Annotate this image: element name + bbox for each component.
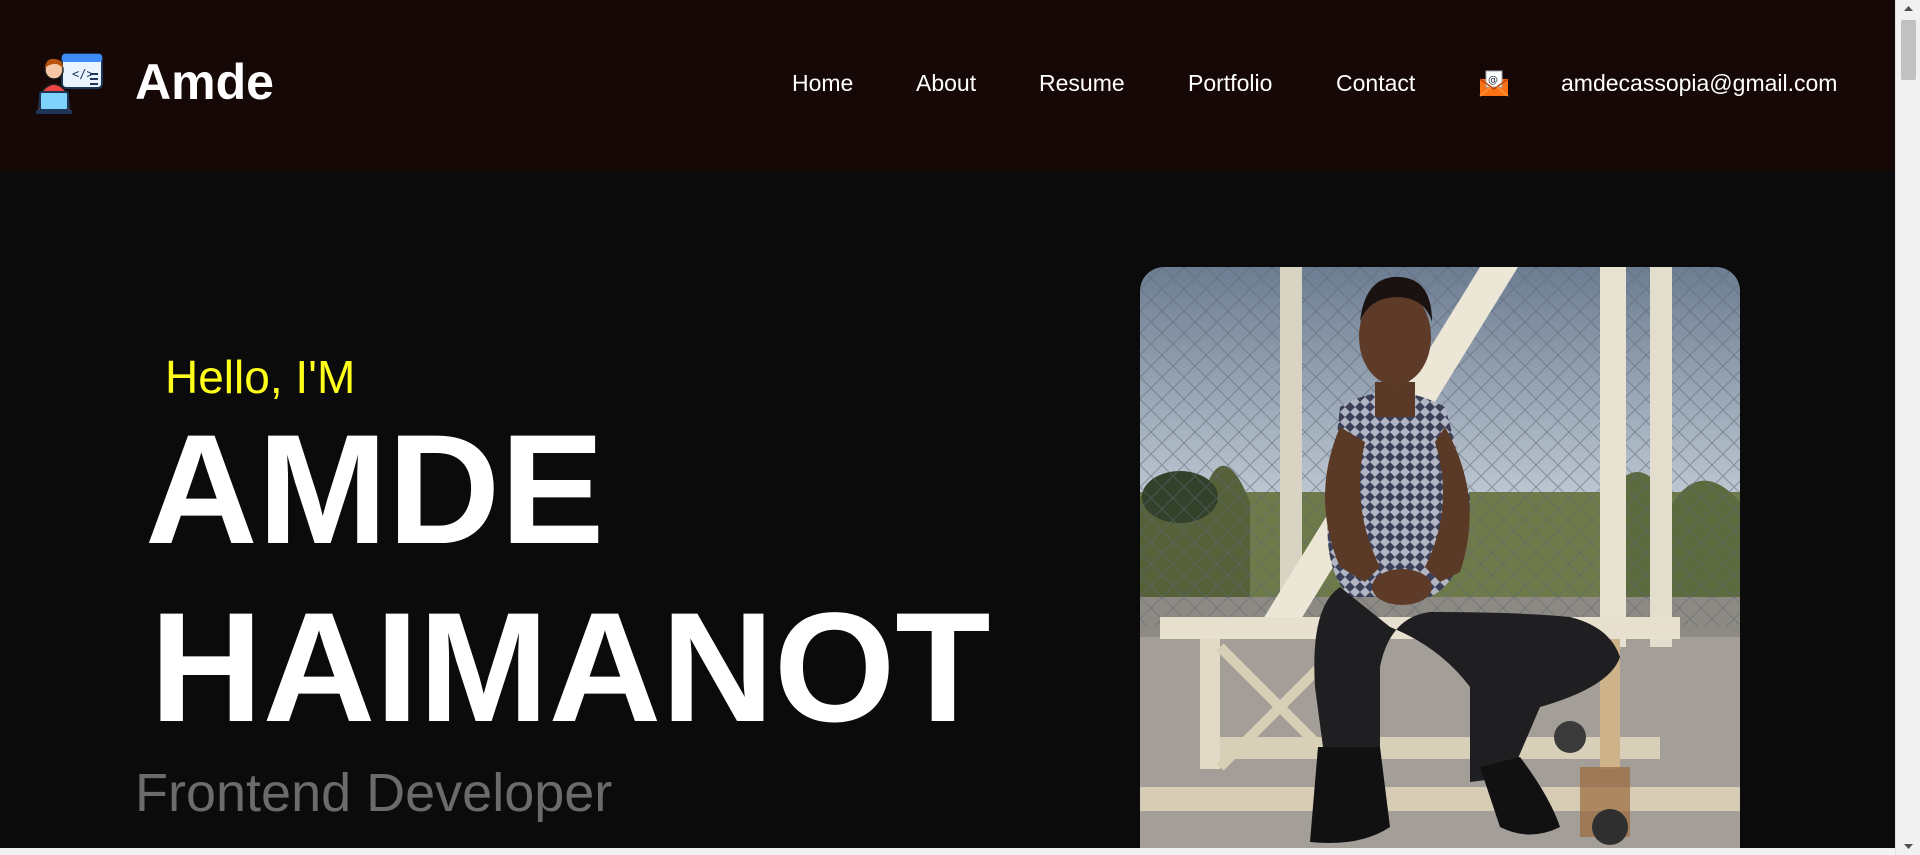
hero-role: Frontend Developer — [135, 763, 613, 823]
email-link[interactable]: amdecassopia@gmail.com — [1561, 68, 1837, 98]
nav-resume[interactable]: Resume — [1039, 68, 1125, 98]
page: </> Amde Home About Resume Portfolio Con… — [0, 0, 1920, 855]
nav-home[interactable]: Home — [792, 68, 853, 98]
horizontal-scrollbar[interactable] — [0, 848, 1895, 855]
scroll-down-arrow-icon[interactable] — [1896, 838, 1920, 855]
hero-first-name: AMDE — [145, 403, 605, 577]
envelope-at-icon[interactable]: @ — [1479, 69, 1509, 97]
scroll-up-arrow-icon[interactable] — [1896, 0, 1920, 17]
scroll-thumb[interactable] — [1901, 20, 1916, 80]
hero-greeting: Hello, I'M — [165, 351, 356, 403]
nav-contact[interactable]: Contact — [1336, 68, 1415, 98]
nav-about[interactable]: About — [916, 68, 976, 98]
vertical-scrollbar[interactable] — [1895, 0, 1920, 855]
hero-last-name: HAIMANOT — [150, 581, 991, 755]
portrait-photo — [1140, 267, 1740, 855]
nav-portfolio[interactable]: Portfolio — [1188, 68, 1272, 98]
developer-laptop-icon[interactable]: </> — [32, 50, 106, 116]
site-header: </> Amde Home About Resume Portfolio Con… — [0, 0, 1895, 171]
brand-name[interactable]: Amde — [135, 52, 274, 112]
svg-text:@: @ — [1488, 75, 1498, 86]
